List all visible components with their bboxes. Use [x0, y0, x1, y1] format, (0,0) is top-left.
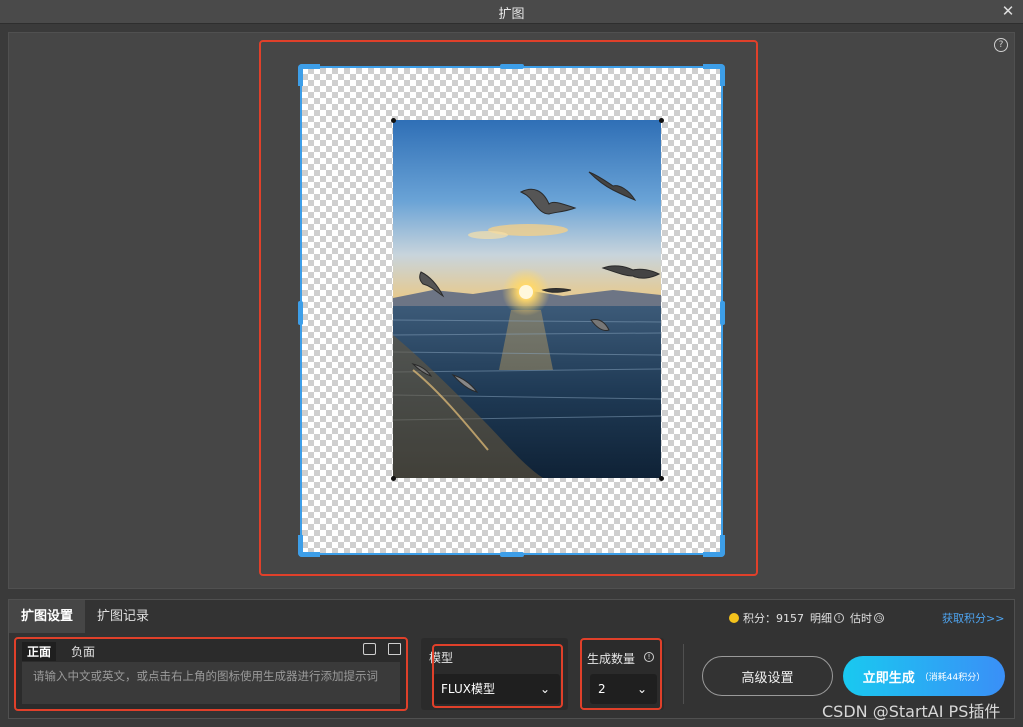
panel-tabs: 扩图设置 扩图记录 [9, 600, 161, 633]
count-select-value: 2 [598, 682, 606, 696]
tab-expand-settings[interactable]: 扩图设置 [9, 600, 86, 633]
help-icon[interactable]: ? [994, 38, 1008, 52]
corner-handle-bottom-right[interactable] [703, 535, 725, 557]
count-label: 生成数量 [587, 652, 636, 666]
generate-button-label: 立即生成 [862, 670, 915, 686]
tab-expand-history[interactable]: 扩图记录 [85, 600, 161, 633]
corner-handle-top-left[interactable] [298, 64, 320, 86]
image-corner-marker [659, 118, 664, 123]
image-corner-marker [391, 476, 396, 481]
resize-handle-right[interactable] [720, 301, 725, 325]
source-image[interactable] [393, 120, 661, 478]
tab-negative-prompt[interactable]: 负面 [66, 642, 100, 661]
divider [683, 644, 684, 704]
prompt-library-icon[interactable] [388, 643, 401, 655]
corner-handle-top-right[interactable] [703, 64, 725, 86]
image-corner-marker [391, 118, 396, 123]
estimate-time-label: 估时 [850, 612, 872, 625]
get-points-link[interactable]: 获取积分>> [942, 610, 1004, 626]
close-icon[interactable]: ✕ [1001, 3, 1015, 19]
resize-handle-bottom[interactable] [500, 552, 524, 557]
model-select[interactable]: FLUX模型 ⌄ [433, 674, 560, 704]
chevron-down-icon: ⌄ [636, 682, 647, 696]
tab-positive-prompt[interactable]: 正面 [22, 642, 57, 661]
info-icon[interactable]: ! [834, 613, 844, 623]
points-bar: 积分： 9157 明细 ! 估时 ◷ [729, 610, 890, 626]
count-info-icon[interactable]: ! [644, 652, 654, 662]
title-bar: 扩图 ✕ [0, 0, 1023, 24]
chevron-down-icon: ⌄ [539, 682, 550, 696]
resize-handle-left[interactable] [298, 301, 303, 325]
corner-handle-bottom-left[interactable] [298, 535, 320, 557]
prompt-input[interactable] [22, 662, 400, 704]
prompt-tabs: 正面 负面 [22, 642, 110, 661]
image-corner-marker [659, 476, 664, 481]
seascape-photo [393, 120, 661, 478]
points-value: 9157 [776, 611, 804, 625]
prompt-generator-icon[interactable] [363, 643, 376, 655]
clock-icon[interactable]: ◷ [874, 613, 884, 623]
window-title: 扩图 [498, 7, 525, 22]
count-select[interactable]: 2 ⌄ [590, 674, 657, 704]
generate-cost-label: （消耗44积分） [919, 672, 986, 683]
coin-icon [729, 613, 739, 623]
model-select-value: FLUX模型 [441, 682, 495, 696]
resize-handle-top[interactable] [500, 64, 524, 69]
model-label: 模型 [429, 651, 454, 665]
watermark: CSDN @StartAI PS插件 [822, 702, 1001, 721]
points-detail-link[interactable]: 明细 [810, 610, 832, 626]
advanced-settings-button[interactable]: 高级设置 [702, 656, 833, 696]
points-label: 积分： [743, 612, 776, 625]
generate-button[interactable]: 立即生成 （消耗44积分） [843, 656, 1005, 696]
